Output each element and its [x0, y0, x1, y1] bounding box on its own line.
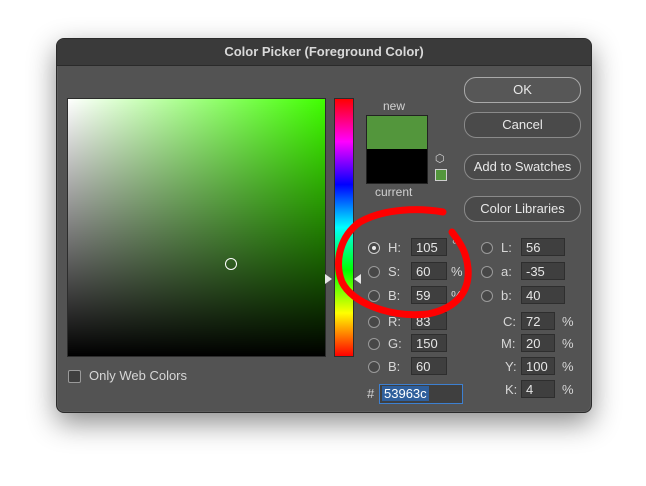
new-color-swatch [366, 115, 428, 150]
l-label: L: [501, 240, 512, 255]
m-unit: % [562, 336, 574, 351]
hue-slider[interactable] [334, 98, 354, 357]
rgb-b-label: B: [388, 359, 401, 374]
r-label: R: [388, 314, 401, 329]
m-label: M: [501, 336, 516, 351]
s-unit: % [451, 264, 463, 279]
r-input[interactable]: 83 [411, 312, 447, 330]
g-label: G: [388, 336, 402, 351]
current-label: current [375, 185, 413, 199]
web-safe-color-swatch[interactable] [435, 169, 447, 181]
out-of-gamut-cube-icon[interactable]: ⬡ [435, 153, 447, 165]
b-unit: % [451, 288, 463, 303]
h-radio[interactable] [368, 242, 380, 254]
lab-b-radio[interactable] [481, 290, 493, 302]
rgb-b-input[interactable]: 60 [411, 357, 447, 375]
y-unit: % [562, 359, 574, 374]
color-libraries-button[interactable]: Color Libraries [464, 196, 581, 222]
k-label: K: [505, 382, 518, 397]
c-input[interactable]: 72 [521, 312, 555, 330]
h-input[interactable]: 105 [411, 238, 447, 256]
c-unit: % [562, 314, 574, 329]
hex-value: 53963c [382, 386, 429, 401]
y-label: Y: [505, 359, 517, 374]
c-label: C: [503, 314, 516, 329]
s-input[interactable]: 60 [411, 262, 447, 280]
g-radio[interactable] [368, 338, 380, 350]
h-unit: ° [452, 237, 458, 252]
lab-b-label: b: [501, 288, 512, 303]
b-input[interactable]: 59 [411, 286, 447, 304]
only-web-colors-checkbox[interactable] [68, 370, 81, 383]
hue-slider-right-arrow-icon[interactable] [354, 274, 361, 284]
color-field[interactable] [67, 98, 326, 357]
a-input[interactable]: -35 [521, 262, 565, 280]
k-input[interactable]: 4 [521, 380, 555, 398]
b-radio[interactable] [368, 290, 380, 302]
new-label: new [383, 99, 406, 113]
color-field-cursor[interactable] [225, 258, 237, 270]
current-color-swatch[interactable] [366, 149, 428, 184]
s-label: S: [388, 264, 401, 279]
lab-b-input[interactable]: 40 [521, 286, 565, 304]
a-radio[interactable] [481, 266, 493, 278]
add-to-swatches-button[interactable]: Add to Swatches [464, 154, 581, 180]
h-label: H: [388, 240, 401, 255]
hex-input[interactable]: 53963c [379, 384, 463, 404]
cancel-button[interactable]: Cancel [464, 112, 581, 138]
s-radio[interactable] [368, 266, 380, 278]
r-radio[interactable] [368, 316, 380, 328]
a-label: a: [501, 264, 512, 279]
b-label: B: [388, 288, 401, 303]
rgb-b-radio[interactable] [368, 361, 380, 373]
ok-button[interactable]: OK [464, 77, 581, 103]
color-picker-dialog: Color Picker (Foreground Color) new curr… [56, 38, 592, 413]
title-bar: Color Picker (Foreground Color) [57, 39, 591, 66]
l-input[interactable]: 56 [521, 238, 565, 256]
l-radio[interactable] [481, 242, 493, 254]
hex-label: # [367, 386, 375, 401]
y-input[interactable]: 100 [521, 357, 555, 375]
hue-slider-left-arrow-icon[interactable] [325, 274, 332, 284]
window-title: Color Picker (Foreground Color) [224, 44, 424, 59]
k-unit: % [562, 382, 574, 397]
g-input[interactable]: 150 [411, 334, 447, 352]
only-web-colors-label: Only Web Colors [89, 368, 188, 383]
m-input[interactable]: 20 [521, 334, 555, 352]
